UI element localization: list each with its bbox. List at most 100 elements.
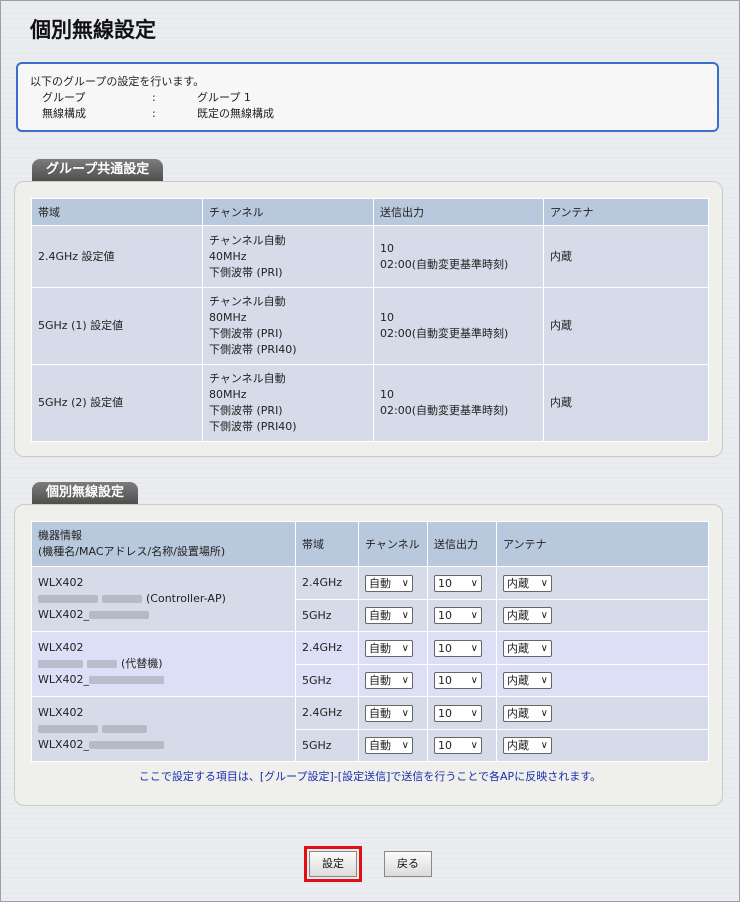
col-header-band: 帯域: [295, 521, 359, 567]
channel-value: 自動: [369, 576, 391, 590]
band-cell: 5GHz (1) 設定値: [31, 287, 203, 365]
group-info-box: 以下のグループの設定を行います。 グループ : グループ 1 無線構成 : 既定…: [16, 62, 719, 132]
device-mac-name: (代替機): [38, 656, 289, 672]
device-location: WLX402_: [38, 672, 289, 688]
col-header-device: 機器情報 (機種名/MACアドレス/名称/設置場所): [31, 521, 296, 567]
antenna-cell: 内蔵: [543, 225, 709, 288]
chevron-down-icon: ∨: [401, 707, 409, 719]
channel-select[interactable]: 自動 ∨: [365, 704, 413, 722]
power-select[interactable]: 10 ∨: [434, 574, 482, 592]
common-row: 5GHz (1) 設定値 チャンネル自動 80MHz 下側波帯 (PRI) 下側波帯 (…: [31, 287, 709, 365]
device-info-cell: WLX402 (Controller-AP) WLX402_: [31, 566, 296, 632]
info-key: グループ: [42, 91, 86, 104]
antenna-cell: 内蔵 ∨: [496, 729, 709, 762]
power-value: 10: [438, 576, 452, 590]
individual-settings-table: 機器情報 (機種名/MACアドレス/名称/設置場所) 帯域 チャンネル 送信出力…: [31, 521, 709, 762]
channel-select[interactable]: 自動 ∨: [365, 737, 413, 754]
chevron-down-icon: ∨: [401, 610, 409, 621]
chevron-down-icon: ∨: [470, 707, 478, 719]
power-value: 10: [438, 641, 452, 655]
mac-redacted: [102, 595, 142, 603]
page-title: 個別無線設定: [30, 18, 156, 42]
power-cell: 10 ∨: [427, 631, 497, 665]
power-cell: 10 02:00(自動変更基準時刻): [373, 225, 544, 288]
antenna-select[interactable]: 内蔵 ∨: [503, 737, 552, 754]
band-cell: 2.4GHz: [295, 631, 359, 665]
chevron-down-icon: ∨: [540, 707, 548, 719]
channel-value: 自動: [369, 641, 391, 655]
power-value: 10: [438, 739, 452, 752]
info-value: グループ 1: [197, 91, 251, 104]
common-settings-table: 帯域 チャンネル 送信出力 アンテナ 2.4GHz 設定値 チャンネル自動 40MH…: [31, 198, 709, 442]
antenna-select[interactable]: 内蔵 ∨: [503, 574, 552, 592]
channel-line: チャンネル自動: [209, 372, 286, 385]
location-redacted: [89, 676, 165, 684]
power-select[interactable]: 10 ∨: [434, 672, 482, 689]
power-select[interactable]: 10 ∨: [434, 704, 482, 722]
channel-cell: チャンネル自動 80MHz 下側波帯 (PRI) 下側波帯 (PRI40): [202, 287, 374, 365]
channel-line: チャンネル自動: [209, 295, 286, 308]
chevron-down-icon: ∨: [470, 675, 478, 686]
power-value: 10: [438, 609, 452, 622]
settings-note: ここで設定する項目は、[グループ設定]-[設定送信]で送信を行うことで各APに反…: [138, 770, 602, 783]
info-colon: :: [152, 107, 156, 120]
info-row-group: グループ : グループ 1: [30, 90, 705, 106]
location-prefix: WLX402_: [38, 673, 90, 686]
antenna-select[interactable]: 内蔵 ∨: [503, 704, 552, 722]
power-line: 02:00(自動変更基準時刻): [380, 257, 509, 271]
band-cell: 5GHz (2) 設定値: [31, 364, 203, 442]
channel-line: 40MHz: [209, 249, 247, 263]
common-row: 2.4GHz 設定値 チャンネル自動 40MHz 下側波帯 (PRI) 10 02:00(…: [31, 225, 709, 288]
col-header-band: 帯域: [31, 198, 203, 226]
chevron-down-icon: ∨: [540, 740, 548, 751]
channel-value: 自動: [369, 706, 391, 720]
chevron-down-icon: ∨: [540, 675, 548, 686]
chevron-down-icon: ∨: [470, 642, 478, 654]
channel-line: 下側波帯 (PRI): [209, 404, 283, 417]
channel-cell: チャンネル自動 40MHz 下側波帯 (PRI): [202, 225, 374, 288]
power-line: 10: [380, 241, 394, 255]
back-button[interactable]: 戻る: [384, 851, 432, 877]
power-line: 10: [380, 311, 394, 324]
antenna-cell: 内蔵 ∨: [496, 696, 709, 730]
device-header-line1: 機器情報: [38, 529, 82, 542]
chevron-down-icon: ∨: [470, 577, 478, 589]
col-header-power: 送信出力: [427, 521, 497, 567]
power-cell: 10 02:00(自動変更基準時刻): [373, 364, 544, 442]
channel-select[interactable]: 自動 ∨: [365, 672, 413, 689]
power-select[interactable]: 10 ∨: [434, 607, 482, 624]
antenna-value: 内蔵: [507, 641, 529, 655]
channel-cell: 自動 ∨: [358, 664, 428, 697]
channel-select[interactable]: 自動 ∨: [365, 639, 413, 657]
info-colon: :: [152, 91, 156, 104]
band-cell: 2.4GHz 設定値: [31, 225, 203, 288]
channel-cell: 自動 ∨: [358, 566, 428, 600]
device-header-line2: (機種名/MACアドレス/名称/設置場所): [38, 545, 226, 558]
device-mac-name: [38, 721, 289, 737]
power-select[interactable]: 10 ∨: [434, 737, 482, 754]
power-cell: 10 ∨: [427, 599, 497, 632]
antenna-select[interactable]: 内蔵 ∨: [503, 607, 552, 624]
device-model: WLX402: [38, 706, 84, 719]
channel-cell: 自動 ∨: [358, 729, 428, 762]
antenna-select[interactable]: 内蔵 ∨: [503, 672, 552, 689]
power-select[interactable]: 10 ∨: [434, 639, 482, 657]
info-row-config: 無線構成 : 既定の無線構成: [30, 106, 705, 122]
channel-select[interactable]: 自動 ∨: [365, 574, 413, 592]
mac-redacted: [38, 725, 98, 733]
channel-cell: チャンネル自動 80MHz 下側波帯 (PRI) 下側波帯 (PRI40): [202, 364, 374, 442]
antenna-select[interactable]: 内蔵 ∨: [503, 639, 552, 657]
channel-select[interactable]: 自動 ∨: [365, 607, 413, 624]
location-redacted: [89, 741, 165, 749]
band-cell: 2.4GHz: [295, 566, 359, 600]
submit-button[interactable]: 設定: [309, 851, 357, 877]
mac-redacted: [38, 595, 98, 603]
mac-redacted: [102, 725, 147, 733]
col-header-antenna: アンテナ: [543, 198, 709, 226]
channel-line: 下側波帯 (PRI40): [209, 343, 297, 356]
device-name: (Controller-AP): [146, 592, 226, 605]
antenna-cell: 内蔵: [543, 364, 709, 442]
chevron-down-icon: ∨: [540, 642, 548, 654]
device-location: WLX402_: [38, 737, 289, 753]
location-prefix: WLX402_: [38, 738, 90, 751]
